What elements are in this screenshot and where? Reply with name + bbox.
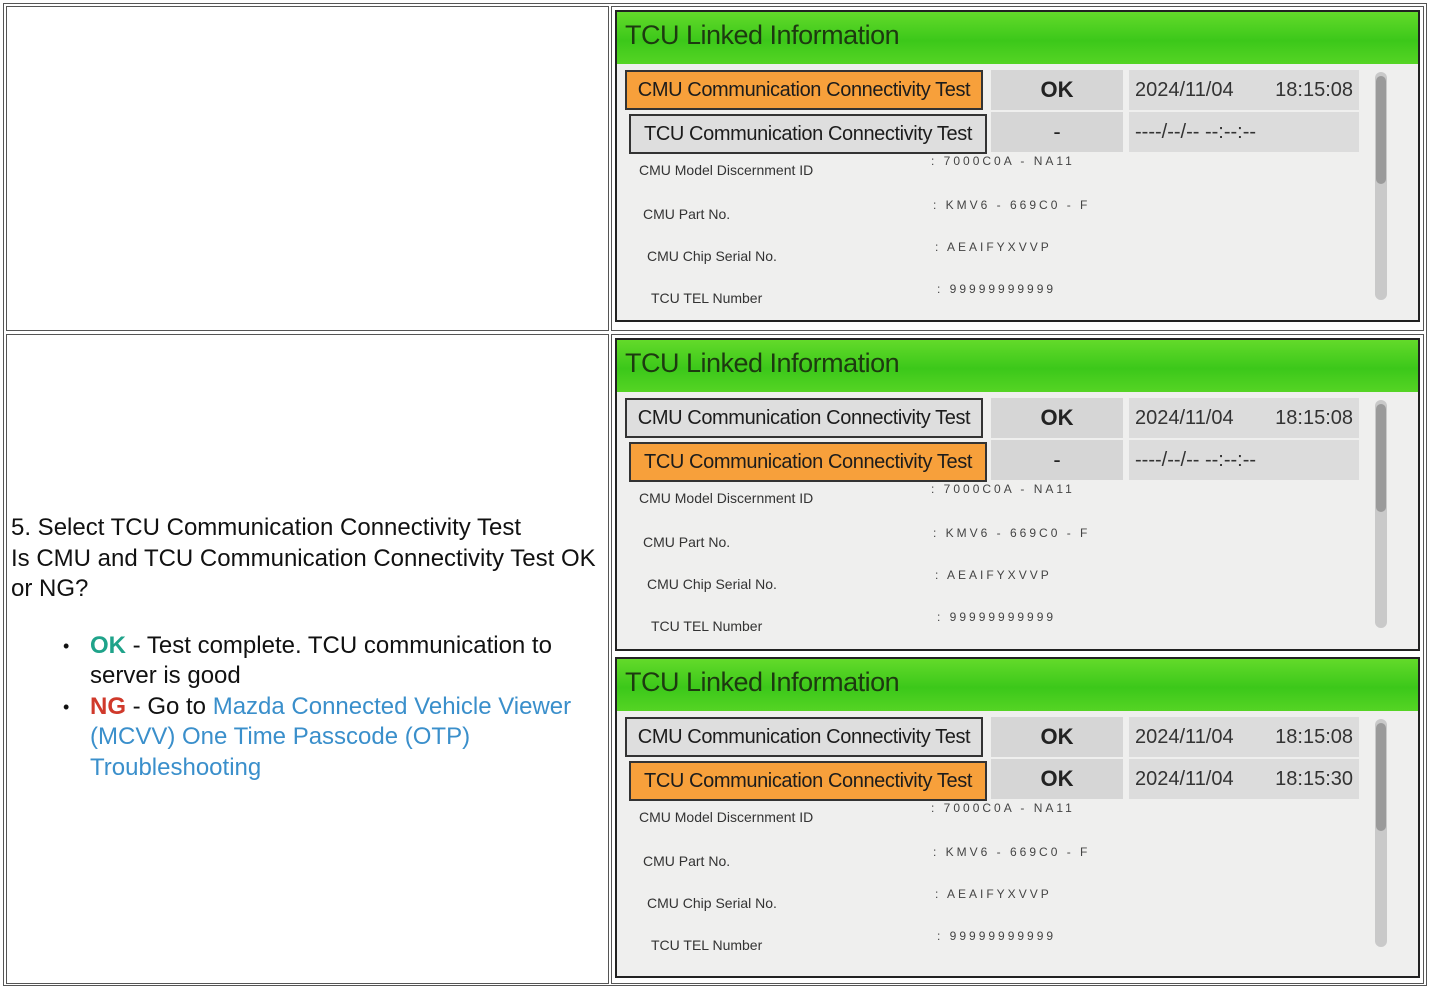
cmu-test-result: OK (991, 717, 1123, 757)
tcu-linked-info-screen: TCU Linked Information CMU Communication… (615, 10, 1420, 322)
field-value: : 99999999999 (937, 929, 1057, 943)
field-label: CMU Model Discernment ID (639, 809, 814, 825)
scrollbar-thumb[interactable] (1376, 76, 1386, 184)
tcu-test-date: 2024/11/04 (1135, 767, 1234, 790)
field-value: : 7000C0A - NA11 (931, 801, 1075, 815)
screen-title: TCU Linked Information (625, 20, 900, 50)
cmu-test-date: 2024/11/04 (1135, 725, 1234, 748)
field-value: : 7000C0A - NA11 (931, 154, 1075, 168)
cmu-test-result: OK (991, 398, 1123, 438)
screen-title: TCU Linked Information (625, 348, 900, 378)
scrollbar[interactable] (1375, 72, 1387, 300)
screen-header: TCU Linked Information (617, 340, 1418, 392)
screen-title: TCU Linked Information (625, 667, 900, 697)
field-label: CMU Model Discernment ID (639, 162, 814, 178)
question-text: Is CMU and TCU Communication Connectivit… (11, 544, 596, 603)
tcu-connectivity-test-button[interactable]: TCU Communication Connectivity Test (629, 442, 987, 482)
table-cell-empty (6, 6, 609, 331)
ok-tag: OK (90, 631, 126, 659)
step-text: 5. Select TCU Communication Connectivity… (11, 514, 521, 541)
ng-tag: NG (90, 692, 126, 720)
cmu-test-timestamp: 2024/11/04 18:15:08 (1129, 717, 1359, 757)
field-value: : 99999999999 (937, 610, 1057, 624)
cmu-test-timestamp: 2024/11/04 18:15:08 (1129, 70, 1359, 110)
instruction-block: 5. Select TCU Communication Connectivity… (11, 513, 606, 783)
cmu-test-time: 18:15:08 (1275, 725, 1353, 748)
cmu-test-date: 2024/11/04 (1135, 406, 1234, 429)
field-label: CMU Part No. (643, 206, 731, 222)
scrollbar-thumb[interactable] (1376, 723, 1386, 831)
cmu-connectivity-test-button[interactable]: CMU Communication Connectivity Test (625, 70, 983, 110)
cmu-test-time: 18:15:08 (1275, 406, 1353, 429)
field-value: : AEAIFYXVVP (935, 887, 1052, 901)
field-label: TCU TEL Number (651, 937, 763, 953)
option-ng: NG - Go to Mazda Connected Vehicle Viewe… (63, 692, 606, 784)
field-value: : AEAIFYXVVP (935, 240, 1052, 254)
field-label: CMU Model Discernment ID (639, 490, 814, 506)
field-label: CMU Chip Serial No. (647, 248, 777, 264)
screen-header: TCU Linked Information (617, 12, 1418, 64)
tcu-test-timestamp: ----/--/-- --:--:-- (1129, 440, 1359, 480)
field-label: CMU Part No. (643, 534, 731, 550)
cmu-test-timestamp: 2024/11/04 18:15:08 (1129, 398, 1359, 438)
field-value: : KMV6 - 669C0 - F (933, 198, 1091, 212)
scrollbar[interactable] (1375, 400, 1387, 628)
tcu-test-date: ----/--/-- --:--:-- (1135, 120, 1257, 143)
field-value: : AEAIFYXVVP (935, 568, 1052, 582)
cmu-test-time: 18:15:08 (1275, 78, 1353, 101)
tcu-test-result: - (991, 440, 1123, 480)
tcu-test-date: ----/--/-- --:--:-- (1135, 448, 1257, 471)
screen-header: TCU Linked Information (617, 659, 1418, 711)
ng-description: - Go to (126, 692, 213, 720)
field-value: : KMV6 - 669C0 - F (933, 845, 1091, 859)
field-value: : KMV6 - 669C0 - F (933, 526, 1091, 540)
cmu-test-result: OK (991, 70, 1123, 110)
tcu-test-time: 18:15:30 (1275, 767, 1353, 790)
field-label: CMU Part No. (643, 853, 731, 869)
tcu-linked-info-screen: TCU Linked Information CMU Communication… (615, 657, 1420, 978)
field-label: CMU Chip Serial No. (647, 895, 777, 911)
tcu-connectivity-test-button[interactable]: TCU Communication Connectivity Test (629, 114, 987, 154)
tcu-test-timestamp: 2024/11/04 18:15:30 (1129, 759, 1359, 799)
field-value: : 7000C0A - NA11 (931, 482, 1075, 496)
field-label: TCU TEL Number (651, 618, 763, 634)
cmu-connectivity-test-button[interactable]: CMU Communication Connectivity Test (625, 398, 983, 438)
option-ok: OK - Test complete. TCU communication to… (63, 631, 606, 692)
tcu-linked-info-screen: TCU Linked Information CMU Communication… (615, 338, 1420, 651)
scrollbar-thumb[interactable] (1376, 404, 1386, 512)
tcu-test-result: OK (991, 759, 1123, 799)
field-label: TCU TEL Number (651, 290, 763, 306)
tcu-test-timestamp: ----/--/-- --:--:-- (1129, 112, 1359, 152)
cmu-connectivity-test-button[interactable]: CMU Communication Connectivity Test (625, 717, 983, 757)
tcu-test-result: - (991, 112, 1123, 152)
field-value: : 99999999999 (937, 282, 1057, 296)
tcu-connectivity-test-button[interactable]: TCU Communication Connectivity Test (629, 761, 987, 801)
field-label: CMU Chip Serial No. (647, 576, 777, 592)
options-list: OK - Test complete. TCU communication to… (11, 631, 606, 784)
scrollbar[interactable] (1375, 719, 1387, 947)
cmu-test-date: 2024/11/04 (1135, 78, 1234, 101)
ok-description: - Test complete. TCU communication to se… (90, 631, 552, 690)
